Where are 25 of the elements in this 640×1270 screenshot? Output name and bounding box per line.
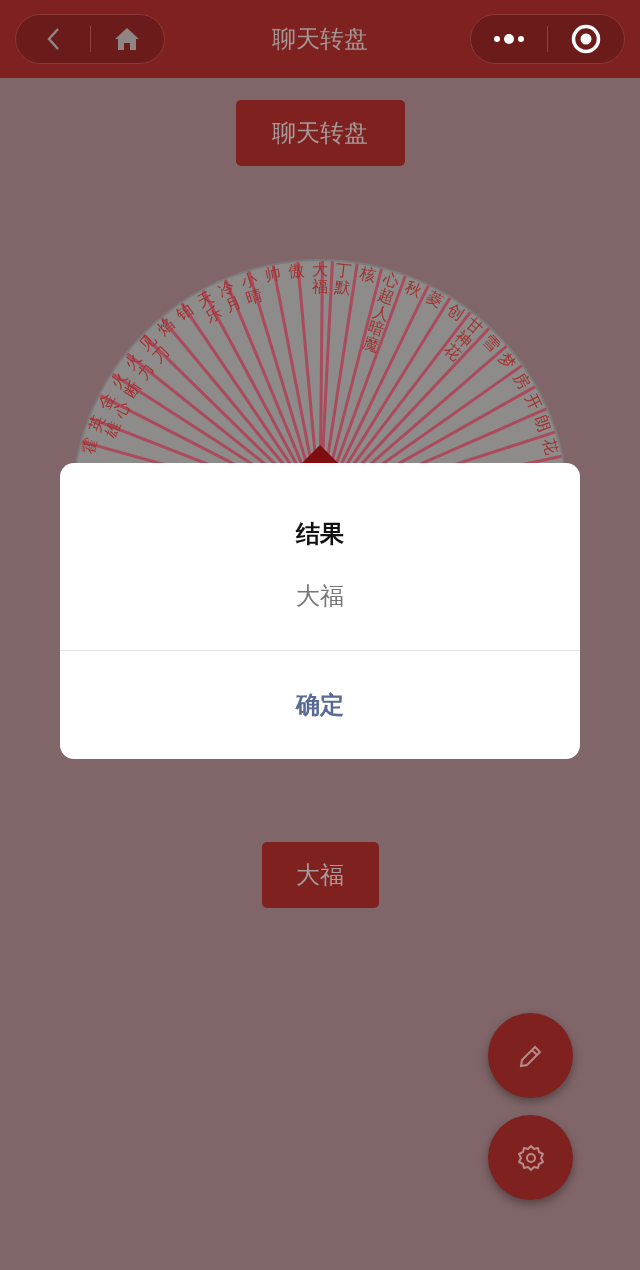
edit-button[interactable] [488, 1013, 573, 1098]
wheel-label: 花 [538, 436, 560, 459]
wheel-label: 创 [443, 301, 467, 325]
wheel-label: 开 [520, 390, 544, 415]
wheel-label: 秋 [401, 278, 424, 303]
confirm-button[interactable]: 确定 [60, 651, 580, 759]
dialog-message: 大福 [296, 581, 344, 612]
wheel-label: 霍 [80, 436, 102, 459]
wheel-label: 傲 [287, 262, 306, 283]
wheel-label: 丁默 [332, 262, 353, 300]
target-icon [571, 24, 601, 54]
wheel-label: 朗 [530, 413, 553, 437]
dialog-title: 结果 [296, 519, 344, 550]
page-title: 聊天转盘 [272, 25, 368, 53]
back-icon [45, 27, 60, 51]
title-button[interactable]: 聊天转盘 [235, 100, 405, 166]
more-icon [493, 33, 525, 45]
wheel-label: 帅 [262, 265, 284, 288]
wheel-label: 核 [356, 265, 378, 288]
settings-button[interactable] [488, 1115, 573, 1200]
home-icon [114, 27, 141, 51]
result-button[interactable]: 大福 [261, 842, 379, 908]
settings-icon [515, 1142, 546, 1173]
wheel-label: 菱 [422, 288, 446, 314]
wheel-label: 小晴 [239, 270, 265, 308]
